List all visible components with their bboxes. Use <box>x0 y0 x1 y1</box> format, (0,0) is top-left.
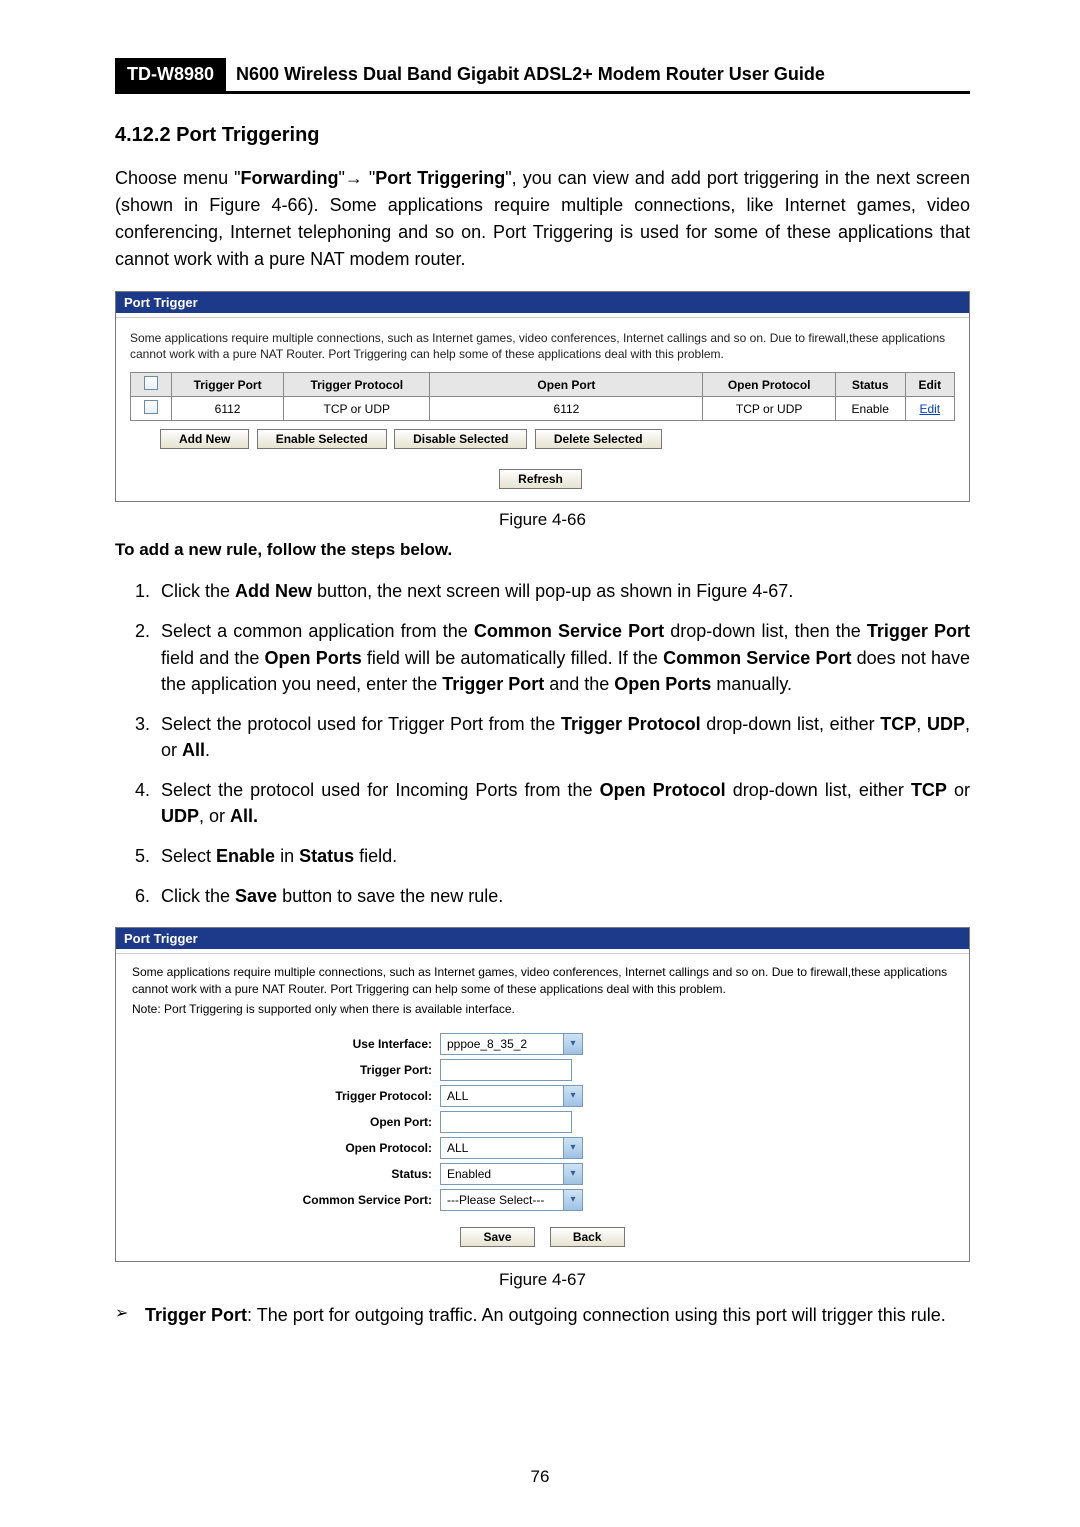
chevron-down-icon: ▾ <box>563 1164 582 1184</box>
use-interface-select[interactable]: pppoe_8_35_2 ▾ <box>440 1033 583 1055</box>
open-protocol-select[interactable]: ALL ▾ <box>440 1137 583 1159</box>
back-button[interactable]: Back <box>550 1227 625 1247</box>
common-service-port-label: Common Service Port: <box>132 1193 440 1207</box>
open-port-label: Open Port: <box>132 1115 440 1129</box>
figure-4-67-caption: Figure 4-67 <box>115 1270 970 1290</box>
figure-4-66: Port Trigger Some applications require m… <box>115 291 970 502</box>
col-open-protocol: Open Protocol <box>703 373 835 397</box>
open-protocol-label: Open Protocol: <box>132 1141 440 1155</box>
steps-title: To add a new rule, follow the steps belo… <box>115 540 970 560</box>
add-new-button[interactable]: Add New <box>160 429 249 449</box>
status-select[interactable]: Enabled ▾ <box>440 1163 583 1185</box>
section-name: Port Triggering <box>176 124 319 146</box>
use-interface-label: Use Interface: <box>132 1037 440 1051</box>
step-3: Select the protocol used for Trigger Por… <box>155 711 970 763</box>
model-badge: TD-W8980 <box>115 58 226 91</box>
section-number: 4.12.2 <box>115 124 171 146</box>
trigger-protocol-label: Trigger Protocol: <box>132 1089 440 1103</box>
step-5: Select Enable in Status field. <box>155 843 970 869</box>
panel-note-1: Some applications require multiple conne… <box>130 330 955 362</box>
bullet-icon: ➢ <box>115 1302 145 1329</box>
figure-4-67: Port Trigger Some applications require m… <box>115 927 970 1262</box>
row-checkbox[interactable] <box>144 400 158 414</box>
section-heading: 4.12.2 Port Triggering <box>115 124 970 147</box>
trigger-port-input[interactable] <box>440 1059 572 1081</box>
panel-note-2a: Some applications require multiple conne… <box>132 964 953 996</box>
common-service-port-select[interactable]: ---Please Select--- ▾ <box>440 1189 583 1211</box>
doc-title: N600 Wireless Dual Band Gigabit ADSL2+ M… <box>226 58 970 91</box>
col-edit: Edit <box>905 373 954 397</box>
doc-header: TD-W8980 N600 Wireless Dual Band Gigabit… <box>115 58 970 94</box>
page-number: 76 <box>0 1467 1080 1487</box>
step-6: Click the Save button to save the new ru… <box>155 883 970 909</box>
panel-title-2: Port Trigger <box>116 928 969 949</box>
step-1: Click the Add New button, the next scree… <box>155 578 970 604</box>
chevron-down-icon: ▾ <box>563 1034 582 1054</box>
instruction-list: Click the Add New button, the next scree… <box>115 578 970 909</box>
enable-selected-button[interactable]: Enable Selected <box>257 429 387 449</box>
col-open-port: Open Port <box>430 373 703 397</box>
chevron-down-icon: ▾ <box>563 1138 582 1158</box>
col-trigger-port: Trigger Port <box>172 373 284 397</box>
trigger-port-definition: ➢ Trigger Port: The port for outgoing tr… <box>115 1302 970 1329</box>
figure-4-66-caption: Figure 4-66 <box>115 510 970 530</box>
col-trigger-protocol: Trigger Protocol <box>284 373 430 397</box>
status-label: Status: <box>132 1167 440 1181</box>
panel-note-2b: Note: Port Triggering is supported only … <box>132 1001 953 1017</box>
chevron-down-icon: ▾ <box>563 1190 582 1210</box>
delete-selected-button[interactable]: Delete Selected <box>535 429 662 449</box>
intro-paragraph: Choose menu "Forwarding"→ "Port Triggeri… <box>115 165 970 273</box>
port-trigger-table: Trigger Port Trigger Protocol Open Port … <box>130 372 955 421</box>
disable-selected-button[interactable]: Disable Selected <box>394 429 527 449</box>
open-port-input[interactable] <box>440 1111 572 1133</box>
refresh-button[interactable]: Refresh <box>499 469 582 489</box>
edit-link[interactable]: Edit <box>919 402 940 416</box>
panel-title-1: Port Trigger <box>116 292 969 313</box>
step-2: Select a common application from the Com… <box>155 618 970 696</box>
table-row: 6112 TCP or UDP 6112 TCP or UDP Enable E… <box>131 397 955 421</box>
trigger-port-label: Trigger Port: <box>132 1063 440 1077</box>
step-4: Select the protocol used for Incoming Po… <box>155 777 970 829</box>
chevron-down-icon: ▾ <box>563 1086 582 1106</box>
trigger-protocol-select[interactable]: ALL ▾ <box>440 1085 583 1107</box>
select-all-checkbox[interactable] <box>144 376 158 390</box>
save-button[interactable]: Save <box>460 1227 534 1247</box>
col-status: Status <box>835 373 905 397</box>
